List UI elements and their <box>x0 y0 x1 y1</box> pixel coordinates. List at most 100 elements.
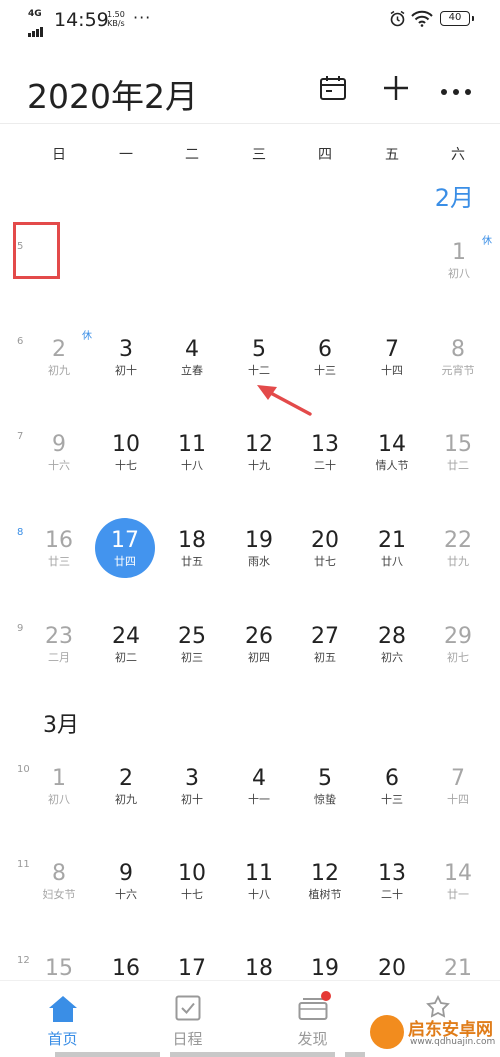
day-cell[interactable]: 17 <box>162 956 222 982</box>
day-cell[interactable]: 21 <box>428 956 488 982</box>
day-number: 4 <box>185 337 199 362</box>
day-cell[interactable]: 7 十四 <box>362 337 422 378</box>
nav-discover[interactable]: 发现 <box>250 981 375 1057</box>
lunar-date: 初十 <box>181 793 203 806</box>
day-number: 24 <box>112 624 140 649</box>
day-cell[interactable]: 25 初三 <box>162 624 222 665</box>
day-cell[interactable]: 11 十八 <box>162 432 222 473</box>
day-cell[interactable]: 1 初八 <box>29 766 89 807</box>
day-number: 7 <box>451 766 465 791</box>
day-number: 13 <box>311 432 339 457</box>
day-cell[interactable]: 24 初二 <box>96 624 156 665</box>
lunar-date: 立春 <box>181 364 203 377</box>
month-label-feb: 2月 <box>434 184 474 212</box>
day-cell[interactable]: 7 十四 <box>428 766 488 807</box>
more-button[interactable] <box>438 72 474 108</box>
lunar-date: 初三 <box>181 651 203 664</box>
day-number: 11 <box>245 861 273 886</box>
wifi-icon <box>410 10 434 31</box>
holiday-rest-tag: 休 <box>482 236 492 247</box>
day-cell[interactable]: 18 <box>229 956 289 982</box>
day-cell[interactable]: 29 初七 <box>428 624 488 665</box>
lunar-date: 妇女节 <box>42 888 76 901</box>
day-cell[interactable]: 9 十六 <box>96 861 156 902</box>
day-cell[interactable]: 4 立春 <box>162 337 222 378</box>
day-number: 5 <box>318 766 332 791</box>
day-cell[interactable]: 12 植树节 <box>295 861 355 902</box>
day-cell[interactable]: 21 廿八 <box>362 528 422 569</box>
day-cell-today[interactable]: 17 廿四 <box>95 528 155 569</box>
day-cell[interactable]: 3 初十 <box>162 766 222 807</box>
weekday-fri: 五 <box>385 147 399 163</box>
lunar-date: 十三 <box>314 364 336 377</box>
day-number: 10 <box>178 861 206 886</box>
day-cell[interactable]: 11 十八 <box>229 861 289 902</box>
day-cell[interactable]: 8 妇女节 <box>29 861 89 902</box>
day-cell[interactable]: 3 初十 <box>96 337 156 378</box>
lunar-date: 十六 <box>48 459 70 472</box>
day-cell[interactable]: 6 十三 <box>295 337 355 378</box>
day-cell[interactable]: 28 初六 <box>362 624 422 665</box>
day-cell[interactable]: 16 <box>96 956 156 982</box>
day-cell[interactable]: 5 惊蛰 <box>295 766 355 807</box>
nav-discover-label: 发现 <box>297 1030 328 1048</box>
day-cell[interactable]: 15 <box>29 956 89 982</box>
day-cell[interactable]: 10 十七 <box>96 432 156 473</box>
week-number: 7 <box>17 431 24 442</box>
lunar-date: 初四 <box>248 651 270 664</box>
day-cell[interactable]: 10 十七 <box>162 861 222 902</box>
plus-icon <box>382 74 410 106</box>
day-number: 20 <box>311 528 339 553</box>
nav-home[interactable]: 首页 <box>0 981 125 1057</box>
day-cell[interactable]: 23 二月 <box>29 624 89 665</box>
lunar-date: 廿三 <box>48 555 70 568</box>
day-cell[interactable]: 8 元宵节 <box>428 337 488 378</box>
day-number: 7 <box>385 337 399 362</box>
day-cell[interactable]: 18 廿五 <box>162 528 222 569</box>
lunar-date: 廿二 <box>447 459 469 472</box>
watermark: 启东安卓网 www.qdhuajin.com <box>370 1013 500 1053</box>
day-cell[interactable]: 14 廿一 <box>428 861 488 902</box>
day-number: 2 <box>52 337 66 362</box>
day-cell[interactable]: 9 十六 <box>29 432 89 473</box>
day-number: 22 <box>444 528 472 553</box>
today-button[interactable] <box>315 72 351 108</box>
day-cell[interactable]: 19 雨水 <box>229 528 289 569</box>
day-cell[interactable]: 15 廿二 <box>428 432 488 473</box>
day-cell[interactable]: 26 初四 <box>229 624 289 665</box>
day-cell[interactable]: 19 <box>295 956 355 982</box>
day-cell[interactable]: 6 十三 <box>362 766 422 807</box>
lunar-date: 十八 <box>181 459 203 472</box>
day-number: 14 <box>378 432 406 457</box>
add-event-button[interactable] <box>378 72 414 108</box>
day-cell[interactable]: 5 十二 <box>229 337 289 378</box>
day-number: 11 <box>178 432 206 457</box>
lunar-date: 初八 <box>48 793 70 806</box>
day-number: 13 <box>378 861 406 886</box>
day-cell[interactable]: 20 <box>362 956 422 982</box>
day-cell[interactable]: 14 情人节 <box>362 432 422 473</box>
day-cell[interactable]: 22 廿九 <box>428 528 488 569</box>
day-cell[interactable]: 27 初五 <box>295 624 355 665</box>
day-cell[interactable]: 1 初八 <box>429 240 489 281</box>
day-number: 4 <box>252 766 266 791</box>
day-number: 1 <box>52 766 66 791</box>
day-number: 18 <box>178 528 206 553</box>
day-cell[interactable]: 2 初九 <box>96 766 156 807</box>
day-number: 26 <box>245 624 273 649</box>
calendar-icon <box>318 74 348 106</box>
day-cell[interactable]: 12 十九 <box>229 432 289 473</box>
nav-schedule[interactable]: 日程 <box>125 981 250 1057</box>
day-cell[interactable]: 13 二十 <box>295 432 355 473</box>
nav-schedule-label: 日程 <box>172 1030 203 1048</box>
notification-dot <box>321 991 331 1001</box>
day-cell[interactable]: 4 十一 <box>229 766 289 807</box>
day-cell[interactable]: 2 初九 <box>29 337 89 378</box>
net-speed-value: 1.50 <box>107 10 125 19</box>
net-speed-unit: KB/s <box>107 19 125 28</box>
day-cell[interactable]: 13 二十 <box>362 861 422 902</box>
day-cell[interactable]: 16 廿三 <box>29 528 89 569</box>
page-title: 2020年2月 <box>27 77 198 116</box>
lunar-date: 初九 <box>115 793 137 806</box>
day-cell[interactable]: 20 廿七 <box>295 528 355 569</box>
